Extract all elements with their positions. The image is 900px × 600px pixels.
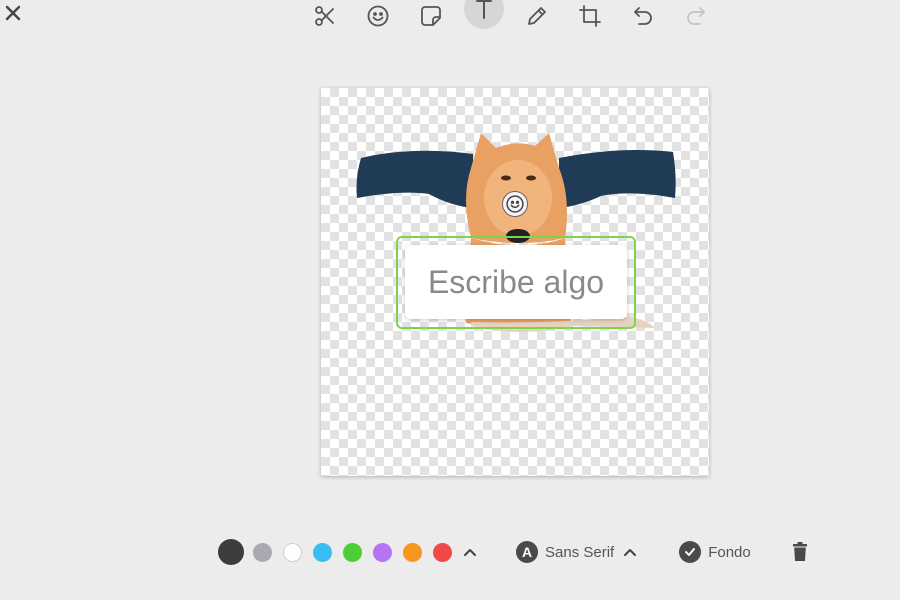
color-swatch[interactable] [283, 542, 302, 562]
chevron-up-icon [624, 549, 637, 556]
sticker-text-input[interactable] [416, 263, 616, 301]
chevron-up-icon [464, 549, 476, 556]
font-selector[interactable]: A Sans Serif [516, 541, 637, 563]
undo-button[interactable] [623, 0, 663, 32]
sticker-emoji-badge[interactable] [502, 191, 528, 217]
emoji-tool-button[interactable] [358, 0, 398, 32]
sticker-canvas[interactable] [321, 88, 709, 476]
color-palette [218, 539, 463, 565]
color-swatch[interactable] [433, 542, 452, 562]
background-label: Fondo [708, 543, 751, 561]
color-swatch[interactable] [343, 542, 362, 562]
draw-tool-button[interactable] [517, 0, 557, 32]
text-box[interactable] [405, 245, 627, 319]
pencil-icon [528, 7, 546, 25]
sticker-icon [421, 6, 441, 26]
color-swatch[interactable] [253, 542, 272, 562]
trash-icon [792, 542, 807, 561]
text-style-bar: A Sans Serif Fondo [218, 538, 811, 566]
delete-button[interactable] [789, 540, 811, 564]
color-swatch[interactable] [313, 542, 332, 562]
font-icon: A [516, 541, 538, 563]
crop-tool-button[interactable] [570, 0, 610, 32]
text-tool-button[interactable] [464, 0, 504, 29]
background-toggle[interactable]: Fondo [679, 541, 751, 563]
font-label: Sans Serif [545, 543, 615, 561]
sticker-tool-button[interactable] [411, 0, 451, 32]
redo-icon [687, 7, 705, 25]
color-swatch[interactable] [218, 539, 244, 565]
cut-tool-button[interactable] [305, 0, 345, 32]
crop-icon [579, 5, 601, 27]
emoji-icon [367, 5, 389, 27]
check-icon [679, 541, 702, 563]
redo-button[interactable] [676, 0, 716, 32]
close-icon [5, 5, 21, 21]
text-icon [476, 0, 492, 19]
undo-icon [634, 7, 652, 25]
close-button[interactable] [2, 0, 24, 26]
color-swatch[interactable] [373, 542, 392, 562]
scissors-icon [315, 6, 334, 26]
smiley-icon [506, 195, 524, 213]
more-colors-button[interactable] [463, 544, 479, 560]
editor-toolbar [305, 0, 716, 32]
color-swatch[interactable] [403, 542, 422, 562]
